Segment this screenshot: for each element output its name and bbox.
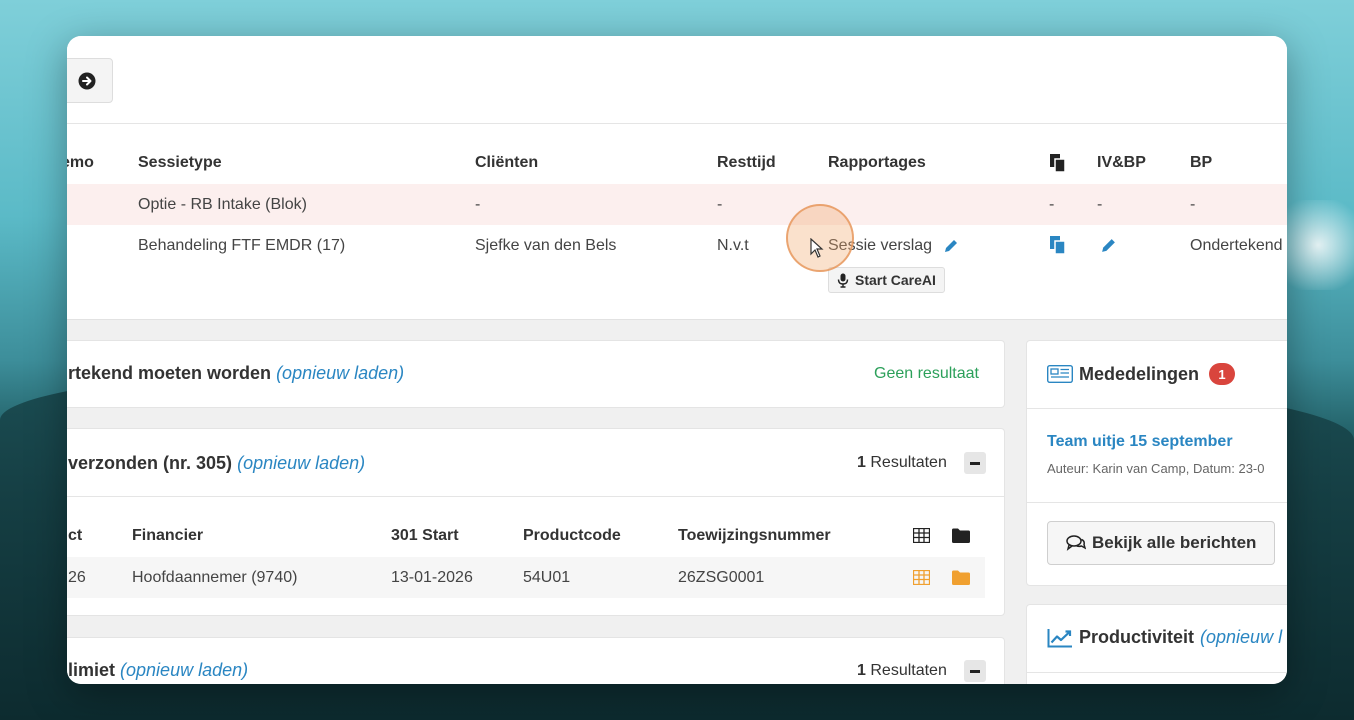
- pencil-icon: [1102, 239, 1115, 252]
- news-badge: 1: [1209, 363, 1236, 385]
- card-divider: [67, 496, 1004, 497]
- row1-ivbp: -: [1097, 196, 1103, 213]
- news-item-title[interactable]: Team uitje 15 september: [1047, 433, 1233, 451]
- line-chart-icon: [1047, 628, 1072, 647]
- row2-remaining: N.v.t: [717, 237, 749, 254]
- productivity-title: Productiviteit (opnieuw l: [1047, 627, 1282, 648]
- col-rapportages[interactable]: Rapportages: [828, 154, 926, 172]
- card-limit-title-text: limiet: [68, 660, 116, 680]
- card-divider: [1027, 672, 1287, 673]
- col-bp[interactable]: BP: [1190, 154, 1212, 172]
- row1-remaining: -: [717, 196, 723, 213]
- comments-icon: [1066, 535, 1086, 551]
- results-number: 1: [857, 662, 866, 679]
- next-button[interactable]: [67, 58, 113, 103]
- row-productcode: 54U01: [523, 569, 571, 586]
- reload-link[interactable]: (opnieuw laden): [276, 363, 404, 383]
- news-title: Mededelingen 1: [1047, 363, 1236, 385]
- row1-type: Optie - RB Intake (Blok): [138, 196, 307, 213]
- copy-icon: [1050, 236, 1066, 255]
- col-start[interactable]: 301 Start: [391, 527, 459, 545]
- sessions-panel: emo Sessietype Cliënten Resttijd Rapport…: [67, 36, 1287, 320]
- results-label: Resultaten: [870, 662, 947, 679]
- reload-link[interactable]: (opnieuw laden): [120, 660, 248, 680]
- results-number: 1: [857, 454, 866, 471]
- results-count: 1 Resultaten: [857, 662, 947, 680]
- productivity-title-text: Productiviteit: [1079, 627, 1195, 647]
- results-count: 1 Resultaten: [857, 454, 947, 472]
- col-productcode[interactable]: Productcode: [523, 527, 621, 545]
- minus-icon: [970, 461, 980, 465]
- card-divider: [1027, 502, 1287, 503]
- news-item-meta: Auteur: Karin van Camp, Datum: 23-0: [1047, 461, 1265, 476]
- view-all-messages-label: Bekijk alle berichten: [1092, 533, 1257, 552]
- table-icon: [913, 528, 930, 543]
- col-sessietype[interactable]: Sessietype: [138, 154, 222, 172]
- col-memo: emo: [67, 154, 94, 171]
- news-title-text: Mededelingen: [1079, 363, 1200, 384]
- row2-ivbp-edit[interactable]: [1100, 237, 1117, 259]
- row-product: 26: [68, 569, 86, 586]
- col-copy: [1049, 153, 1067, 178]
- collapse-button[interactable]: [964, 452, 986, 474]
- folder-icon[interactable]: [952, 570, 970, 585]
- card-to-sign: rtekend moeten worden (opnieuw laden) Ge…: [67, 340, 1005, 408]
- minus-icon: [970, 669, 980, 673]
- microphone-icon: [837, 273, 849, 288]
- newspaper-icon: [1047, 365, 1073, 383]
- card-divider: [1027, 408, 1287, 409]
- row-start: 13-01-2026: [391, 569, 473, 586]
- app-window: emo Sessietype Cliënten Resttijd Rapport…: [67, 36, 1287, 684]
- view-all-messages-button[interactable]: Bekijk alle berichten: [1047, 521, 1276, 565]
- copy-icon: [1050, 154, 1066, 173]
- start-careai-button[interactable]: Start CareAI: [828, 267, 945, 293]
- row2-bp: Ondertekend: [1190, 237, 1283, 254]
- row1-copy: -: [1049, 196, 1055, 213]
- col-resttijd[interactable]: Resttijd: [717, 154, 776, 172]
- col-toewijzingsnummer[interactable]: Toewijzingsnummer: [678, 527, 831, 545]
- reload-link[interactable]: (opnieuw laden): [237, 453, 365, 473]
- productivity-card: Productiviteit (opnieuw l: [1026, 604, 1287, 684]
- row1-clients: -: [475, 196, 481, 213]
- arrow-circle-right-icon: [78, 72, 96, 89]
- no-result-text: Geen resultaat: [874, 365, 979, 382]
- table-icon[interactable]: [913, 570, 930, 585]
- folder-icon: [952, 528, 970, 543]
- row1-bp: -: [1190, 196, 1196, 213]
- card-limit-title: limiet (opnieuw laden): [68, 660, 248, 681]
- col-clienten[interactable]: Cliënten: [475, 154, 538, 172]
- card-sent: verzonden (nr. 305) (opnieuw laden) 1 Re…: [67, 428, 1005, 616]
- start-careai-label: Start CareAI: [855, 272, 936, 288]
- results-label: Resultaten: [870, 454, 947, 471]
- col-product: ct: [68, 527, 83, 544]
- reload-link[interactable]: (opnieuw l: [1200, 627, 1282, 648]
- card-to-sign-title: rtekend moeten worden (opnieuw laden): [68, 363, 404, 384]
- card-sent-title: verzonden (nr. 305) (opnieuw laden): [68, 453, 365, 474]
- mouse-cursor-icon: [810, 238, 824, 258]
- card-limit: limiet (opnieuw laden) 1 Resultaten: [67, 637, 1005, 684]
- card-to-sign-title-text: rtekend moeten worden: [68, 363, 272, 383]
- news-card: Mededelingen 1 Team uitje 15 september A…: [1026, 340, 1287, 586]
- row2-copy-button[interactable]: [1049, 235, 1067, 260]
- card-sent-title-text: verzonden (nr. 305): [68, 453, 233, 473]
- row2-clients: Sjefke van den Bels: [475, 237, 617, 254]
- pencil-icon[interactable]: [943, 238, 959, 254]
- col-ivbp[interactable]: IV&BP: [1097, 154, 1146, 172]
- row-assignment: 26ZSG0001: [678, 569, 765, 586]
- row-financier: Hoofdaannemer (9740): [132, 569, 298, 586]
- col-financier[interactable]: Financier: [132, 527, 203, 545]
- collapse-button[interactable]: [964, 660, 986, 682]
- row2-type: Behandeling FTF EMDR (17): [138, 237, 346, 254]
- panel-divider: [67, 123, 1287, 124]
